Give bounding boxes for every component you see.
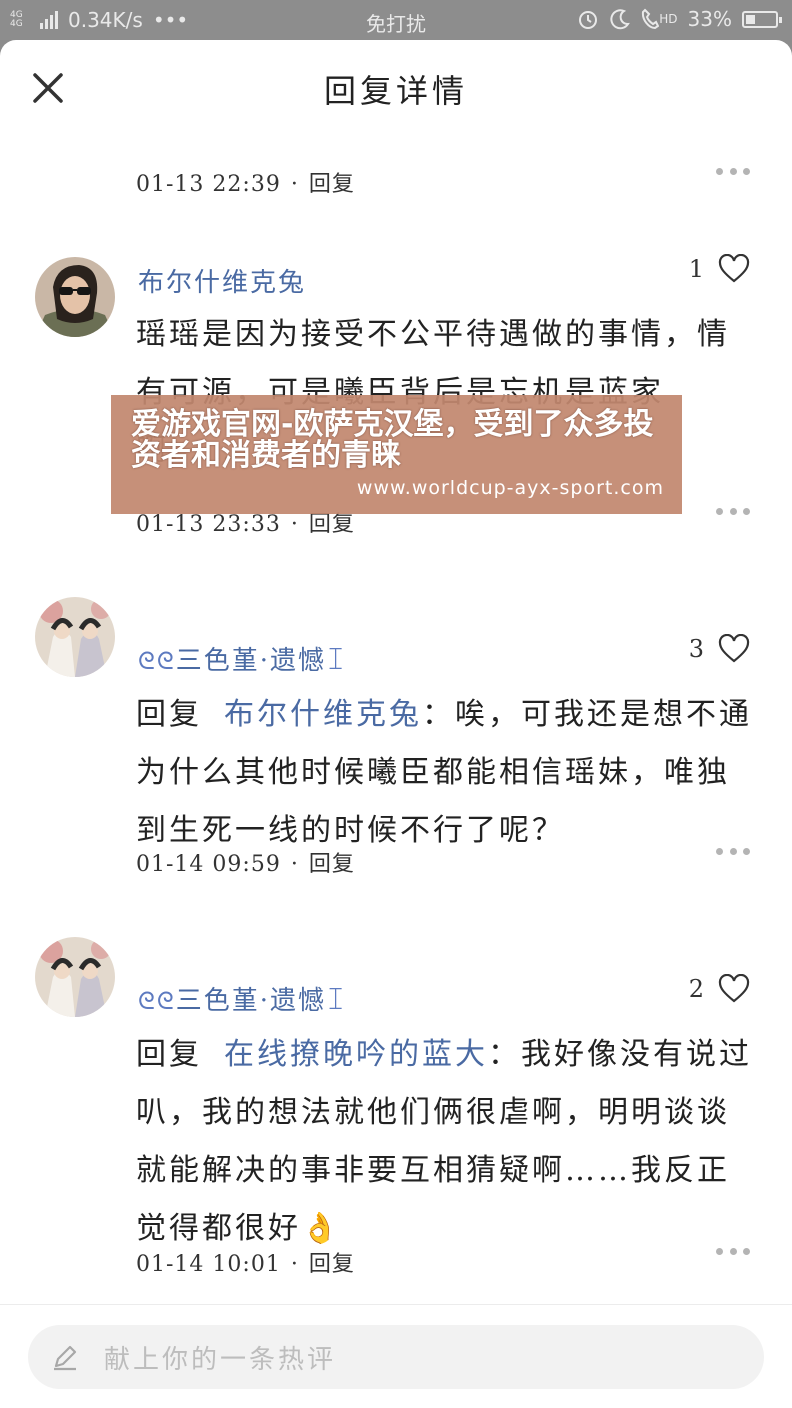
more-dot-icon — [716, 168, 723, 175]
ad-headline: 爱游戏官网-欧萨克汉堡，受到了众多投资者和消费者的青睐 — [131, 407, 654, 473]
timestamp: 01-14 09:59 — [136, 852, 281, 877]
phone-icon — [642, 8, 660, 30]
name-decoration-left: ᘓᘓ — [138, 987, 176, 1015]
comment-input[interactable]: 献上你的一条热评 — [28, 1325, 764, 1389]
more-dot-icon — [729, 168, 737, 175]
ad-banner[interactable]: 爱游戏官网-欧萨克汉堡，受到了众多投资者和消费者的青睐 www.worldcup… — [111, 395, 682, 514]
status-right: HD 33% — [577, 7, 782, 31]
like-button[interactable]: 2 — [689, 974, 750, 1004]
reply-link[interactable]: 回复 — [309, 172, 355, 197]
comment-meta: 01-14 10:01 · 回复 — [136, 1252, 355, 1277]
heart-icon — [718, 974, 750, 1003]
more-options-button[interactable] — [716, 1248, 750, 1258]
timestamp: 01-13 23:33 — [136, 512, 281, 537]
colon: ： — [488, 1037, 521, 1072]
like-button[interactable]: 3 — [689, 634, 750, 664]
avatar-image — [35, 257, 115, 337]
avatar[interactable] — [35, 597, 115, 677]
more-dot-icon — [743, 508, 750, 515]
comment-meta: 01-14 09:59 · 回复 — [136, 852, 355, 877]
reply-detail-sheet: 回复详情 01-13 22:39 · 回复 布尔什维克兔 1 瑶瑶是因为接受不公平待… — [0, 40, 792, 1408]
name-decoration-right: ꀤ — [326, 987, 347, 1015]
call-hd-indicator: HD — [641, 8, 678, 30]
more-dot-icon — [729, 1248, 737, 1255]
more-dot-icon — [743, 168, 750, 175]
more-dot-icon — [743, 1248, 750, 1255]
like-count: 1 — [688, 255, 704, 283]
more-dot-icon — [716, 508, 723, 515]
battery-fill — [746, 14, 755, 24]
like-count: 3 — [688, 635, 704, 663]
header: 回复详情 — [0, 40, 792, 136]
name-decoration-left: ᘓᘓ — [138, 647, 176, 675]
username-row[interactable]: ᘓᘓ三色堇·遗憾ꀤ — [138, 980, 347, 1017]
reply-prefix: 回复 — [136, 697, 202, 732]
status-bar: 4G 4G 0.34K/s ••• 免打扰 HD 33% — [0, 0, 792, 40]
ad-url: www.worldcup-ayx-sport.com — [356, 477, 664, 499]
comment-text: 回复 布尔什维克兔：唉，可我还是想不通为什么其他时候曦臣都能相信瑶妹，唯独到生死一… — [136, 686, 756, 860]
heart-icon — [718, 254, 750, 283]
more-dot-icon — [716, 848, 723, 855]
more-dot-icon — [729, 848, 737, 855]
reply-link[interactable]: 回复 — [309, 512, 355, 537]
battery-icon — [742, 10, 782, 28]
name-decoration-right: ꀤ — [326, 647, 347, 675]
more-options-button[interactable] — [716, 168, 750, 178]
alarm-icon — [579, 11, 598, 29]
moon-icon — [610, 9, 631, 30]
more-options-button[interactable] — [716, 508, 750, 518]
comment-input-bar: 献上你的一条热评 — [0, 1304, 792, 1408]
avatar-image — [35, 937, 115, 1017]
like-count: 2 — [688, 975, 704, 1003]
more-dot-icon — [729, 508, 737, 515]
more-dot-icon — [743, 848, 750, 855]
timestamp: 01-13 22:39 — [136, 172, 281, 197]
mention-link[interactable]: 布尔什维克兔 — [224, 697, 422, 732]
avatar[interactable] — [35, 257, 115, 337]
heart-icon — [718, 634, 750, 663]
pencil-icon — [54, 1345, 77, 1371]
page-title: 回复详情 — [323, 72, 468, 110]
avatar[interactable] — [35, 937, 115, 1017]
like-button[interactable]: 1 — [689, 254, 750, 284]
comment-text: 回复 在线撩晚吟的蓝大：我好像没有说过叭，我的想法就他们俩很虐啊，明明谈谈就能解决… — [136, 1026, 756, 1258]
reply-link[interactable]: 回复 — [309, 852, 355, 877]
hd-label: HD — [659, 12, 678, 26]
reply-prefix: 回复 — [136, 1037, 202, 1072]
mention-link[interactable]: 在线撩晚吟的蓝大 — [224, 1037, 488, 1072]
username[interactable]: 布尔什维克兔 — [138, 262, 306, 299]
timestamp: 01-14 10:01 — [136, 1252, 281, 1277]
reply-link[interactable]: 回复 — [309, 1252, 355, 1277]
avatar-image — [35, 597, 115, 677]
more-options-button[interactable] — [716, 848, 750, 858]
colon: ： — [422, 697, 455, 732]
top-comment-meta: 01-13 22:39 · 回复 — [136, 172, 355, 197]
username: 三色堇·遗憾 — [175, 986, 327, 1016]
username: 三色堇·遗憾 — [175, 646, 327, 676]
username-row[interactable]: ᘓᘓ三色堇·遗憾ꀤ — [138, 640, 347, 677]
input-placeholder: 献上你的一条热评 — [104, 1344, 337, 1375]
more-dot-icon — [716, 1248, 723, 1255]
battery-percent: 33% — [687, 7, 732, 31]
